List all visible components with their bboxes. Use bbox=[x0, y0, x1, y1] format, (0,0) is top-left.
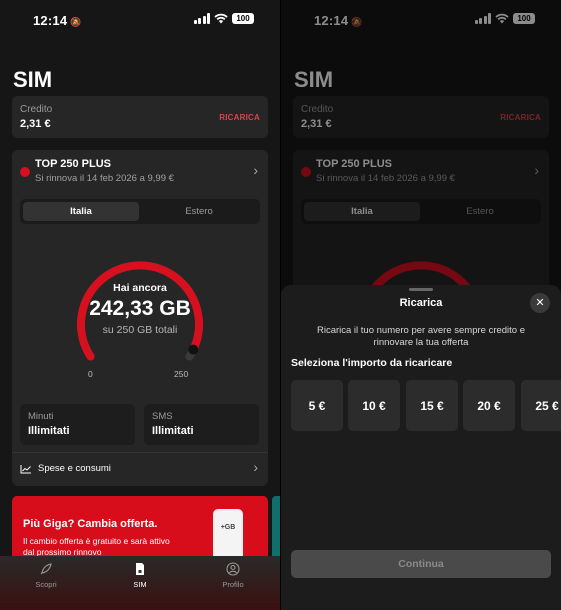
battery-icon: 100 bbox=[232, 13, 254, 24]
promo-badge: +GB bbox=[220, 524, 236, 531]
status-time: 12:14 bbox=[33, 13, 68, 28]
minutes-box: Minuti Illimitati bbox=[20, 404, 135, 445]
plan-name[interactable]: TOP 250 PLUS bbox=[35, 158, 111, 170]
tab-estero[interactable]: Estero bbox=[141, 202, 257, 221]
tab-profilo[interactable]: Profilo bbox=[203, 562, 263, 589]
amount-option-25[interactable]: 25 € bbox=[521, 380, 561, 431]
divider bbox=[12, 452, 268, 453]
recharge-sheet: Ricarica ✕ Ricarica il tuo numero per av… bbox=[281, 285, 561, 610]
credit-value: 2,31 € bbox=[20, 118, 51, 130]
close-icon[interactable]: ✕ bbox=[530, 293, 550, 313]
promo-title: Più Giga? Cambia offerta. bbox=[23, 518, 158, 530]
status-bar: 12:14 🔕 100 bbox=[0, 0, 280, 40]
tab-sim[interactable]: SIM bbox=[110, 562, 170, 589]
remaining-data: 242,33 GB bbox=[89, 297, 191, 320]
silent-bell-icon: 🔕 bbox=[70, 17, 82, 27]
plan-status-dot bbox=[20, 167, 30, 177]
wifi-icon bbox=[214, 13, 228, 24]
region-segmented-control: Italia Estero bbox=[20, 199, 260, 224]
sheet-description: Ricarica il tuo numero per avere sempre … bbox=[316, 325, 526, 348]
spese-link[interactable]: Spese e consumi bbox=[20, 463, 111, 474]
plan-renewal: Si rinnova il 14 feb 2026 a 9,99 € bbox=[35, 173, 174, 184]
tab-profilo-label: Profilo bbox=[222, 580, 244, 589]
gauge-knob bbox=[188, 344, 199, 355]
amount-option-5[interactable]: 5 € bbox=[291, 380, 343, 431]
plan-card: TOP 250 PLUS Si rinnova il 14 feb 2026 a… bbox=[12, 150, 268, 486]
signal-icon bbox=[193, 13, 210, 24]
amount-option-20[interactable]: 20 € bbox=[463, 380, 515, 431]
chart-line-icon bbox=[20, 464, 31, 473]
promo-body: Il cambio offerta è gratuito e sarà atti… bbox=[23, 536, 170, 557]
minutes-value: Illimitati bbox=[28, 425, 70, 437]
minutes-label: Minuti bbox=[28, 411, 54, 422]
spese-label: Spese e consumi bbox=[38, 463, 111, 474]
sim-screen: 12:14 🔕 100 SIM Credito 2,31 € RICARICA T… bbox=[0, 0, 280, 610]
drag-handle[interactable] bbox=[409, 288, 433, 291]
phone-illustration-icon: +GB bbox=[213, 509, 243, 563]
credit-label: Credito bbox=[20, 104, 53, 115]
sim-icon bbox=[136, 563, 144, 575]
chevron-right-icon[interactable]: › bbox=[253, 459, 258, 475]
amount-option-15[interactable]: 15 € bbox=[406, 380, 458, 431]
recharge-button[interactable]: RICARICA bbox=[219, 113, 260, 122]
remaining-heading: Hai ancora bbox=[113, 282, 167, 294]
tab-sim-label: SIM bbox=[133, 580, 147, 589]
amount-select-label: Seleziona l'importo da ricaricare bbox=[291, 357, 453, 369]
chevron-right-icon[interactable]: › bbox=[253, 162, 258, 178]
total-data: su 250 GB totali bbox=[102, 324, 178, 336]
gauge-max-label: 250 bbox=[174, 369, 189, 379]
data-gauge: Hai ancora 242,33 GB su 250 GB totali 0 … bbox=[12, 232, 268, 382]
tab-italia[interactable]: Italia bbox=[23, 202, 139, 221]
gauge-min-label: 0 bbox=[88, 369, 93, 379]
profile-icon bbox=[226, 562, 240, 576]
page-title: SIM bbox=[13, 67, 53, 92]
continue-button[interactable]: Continua bbox=[291, 550, 551, 578]
tab-scopri-label: Scopri bbox=[35, 580, 57, 589]
sms-label: SMS bbox=[152, 411, 173, 422]
sms-box: SMS Illimitati bbox=[144, 404, 259, 445]
sms-value: Illimitati bbox=[152, 425, 194, 437]
credit-card: Credito 2,31 € RICARICA bbox=[12, 96, 268, 138]
rocket-icon bbox=[40, 563, 52, 575]
sim-screen-recharge: 12:14 🔕 100 SIM Credito 2,31 € RICARICA T… bbox=[281, 0, 561, 610]
sheet-title: Ricarica bbox=[399, 297, 443, 309]
tab-scopri[interactable]: Scopri bbox=[16, 562, 76, 589]
amount-option-10[interactable]: 10 € bbox=[348, 380, 400, 431]
tab-bar: Scopri SIM Profilo bbox=[0, 556, 280, 610]
